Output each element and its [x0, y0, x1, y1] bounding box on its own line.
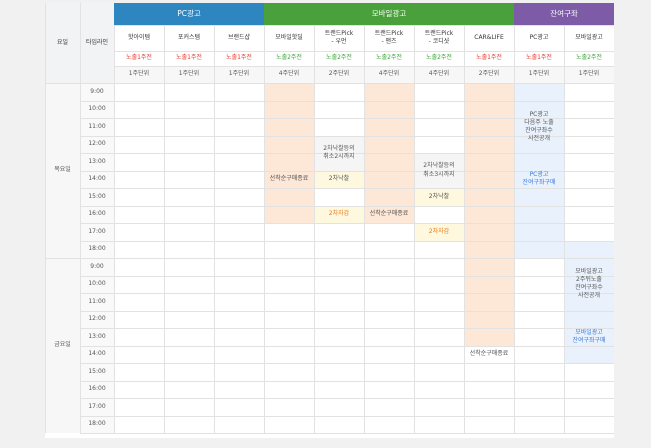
column-header: 핫아이템 [127, 33, 151, 41]
column-divider [114, 25, 115, 433]
column-header: 모바일핫딜 [275, 33, 303, 41]
row-divider [80, 398, 614, 399]
time-cell: 10:00 [80, 100, 114, 118]
carlife-block [464, 83, 514, 346]
exposure-badge: 노출2주전 [426, 54, 452, 62]
row-divider [80, 223, 614, 224]
unit-label: 4주단위 [264, 66, 314, 83]
exposure-badge: 노출2주전 [376, 54, 402, 62]
womens-deadline-label: 2차자감 [328, 210, 350, 218]
row-divider [80, 240, 614, 242]
womens-second-label: 2차낙찰 [328, 175, 350, 183]
column-header: 포커스템 [177, 33, 201, 41]
time-cell: 11:00 [80, 293, 114, 311]
time-cell: 16:00 [80, 380, 114, 398]
time-cell: 15:00 [80, 363, 114, 381]
timeline-header: 타임라인 [80, 3, 114, 83]
time-cell: 13:00 [80, 153, 114, 171]
day-header: 요일 [45, 3, 80, 83]
column-divider [214, 25, 215, 433]
time-cell: 15:00 [80, 188, 114, 206]
time-cell: 9:00 [80, 258, 114, 276]
codishot-deadline-label: 2차자감 [428, 227, 450, 235]
time-cell: 12:00 [80, 310, 114, 328]
column-divider [45, 3, 46, 433]
womens-cancel-label: 2차낙찰등의 취소2시까지 [323, 144, 355, 160]
unit-label: 1주단위 [114, 66, 164, 83]
codishot-cancel-label: 2차낙찰등의 취소3시까지 [423, 162, 455, 178]
time-cell: 14:00 [80, 170, 114, 188]
exposure-badge: 노출2주전 [276, 54, 302, 62]
column-header: 트랜드Pick - 맨즈 [374, 29, 404, 45]
row-divider [80, 363, 614, 364]
remaining-slots-group-header: 잔여구좌 [514, 3, 614, 25]
exposure-badge: 노출1주전 [476, 54, 502, 62]
pc-remain-info-label: PC광고 다음주 노출 잔여구좌수 사전공개 [524, 110, 554, 142]
row-divider [80, 310, 614, 312]
day-divider [45, 258, 614, 259]
column-header: PC광고 [529, 33, 549, 41]
unit-label: 4주단위 [364, 66, 414, 83]
time-cell: 17:00 [80, 398, 114, 416]
exposure-badge: 노출1주전 [126, 54, 152, 62]
time-cell: 13:00 [80, 328, 114, 346]
unit-label: 1주단위 [164, 66, 214, 83]
column-divider [164, 25, 165, 433]
unit-label: 1주단위 [514, 66, 564, 83]
exposure-badge: 노출2주전 [326, 54, 352, 62]
time-cell: 16:00 [80, 205, 114, 223]
unit-label: 1주단위 [214, 66, 264, 83]
row-divider [80, 415, 614, 417]
schedule-table: 목요일 금요일 9:00 10:00 11:00 12:00 13:00 14:00 15:00… [45, 3, 614, 438]
row-divider [80, 275, 614, 277]
header-body-divider [45, 83, 614, 84]
exposure-badge: 노출1주전 [526, 54, 552, 62]
column-header: CAR&LIFE [474, 33, 504, 41]
column-divider [464, 25, 465, 433]
time-cell: 9:00 [80, 83, 114, 101]
unit-label: 4주단위 [414, 66, 464, 83]
mobile-remain-info-label: 모바일광고 2주뒤노출 잔여구좌수 사전공개 [575, 268, 603, 300]
row-divider [80, 293, 614, 294]
exposure-badge: 노출2주전 [576, 54, 602, 62]
day-cell-thursday: 목요일 [45, 83, 80, 258]
column-divider [564, 25, 565, 433]
column-divider [314, 25, 315, 433]
time-cell: 17:00 [80, 223, 114, 241]
carlife-close-label: 선착순구매종료 [469, 350, 509, 358]
pc-ads-group-header: PC광고 [114, 3, 264, 25]
column-divider [514, 25, 515, 433]
day-cell-friday: 금요일 [45, 258, 80, 433]
time-cell: 11:00 [80, 118, 114, 136]
codishot-second-label: 2차낙찰 [428, 192, 450, 200]
unit-label: 2주단위 [314, 66, 364, 83]
mens-close-label: 선착순구매종료 [369, 210, 409, 218]
time-cell: 18:00 [80, 415, 114, 433]
time-cell: 14:00 [80, 345, 114, 363]
column-header: 트랜드Pick - 코디샷 [424, 29, 454, 45]
exposure-badge: 노출1주전 [176, 54, 202, 62]
column-header: 모바일광고 [575, 33, 603, 41]
column-divider [80, 3, 81, 433]
unit-label: 1주단위 [564, 66, 614, 83]
exposure-badge: 노출1주전 [226, 54, 252, 62]
column-header: 브랜드샵 [227, 33, 251, 41]
mobile-hotdeal-close-label: 선착순구매종료 [269, 175, 309, 183]
row-divider [80, 380, 614, 382]
unit-label: 2주단위 [464, 66, 514, 83]
row-divider [80, 433, 614, 434]
column-divider [264, 25, 265, 433]
row-divider [80, 345, 614, 347]
time-cell: 12:00 [80, 135, 114, 153]
pc-remain-buy-label: PC광고 잔여구좌구매 [522, 171, 556, 187]
column-divider [364, 25, 365, 433]
column-header: 트랜드Pick - 우먼 [324, 29, 354, 45]
mobile-ads-group-header: 모바일광고 [264, 3, 514, 25]
row-divider [80, 188, 614, 189]
mobile-remain-buy-label: 모바일광고 잔여구좌구매 [572, 328, 606, 344]
time-cell: 18:00 [80, 240, 114, 258]
row-divider [80, 328, 614, 329]
time-cell: 10:00 [80, 275, 114, 293]
